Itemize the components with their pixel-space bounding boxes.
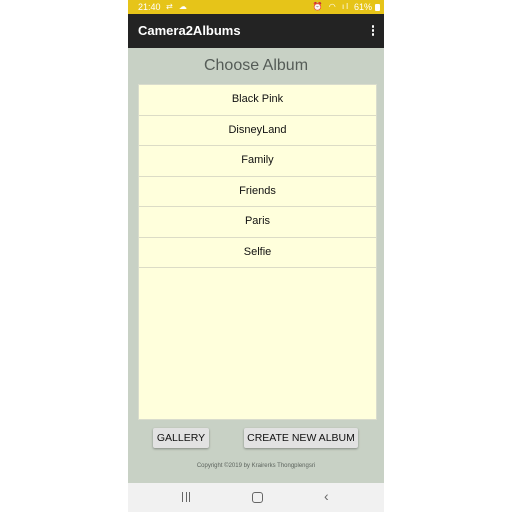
back-icon[interactable]: ‹ — [324, 489, 329, 503]
battery-icon — [375, 4, 380, 11]
overflow-menu-icon[interactable] — [370, 25, 376, 38]
album-list-item[interactable]: Selfie — [139, 238, 376, 268]
copyright-text: Copyright ©2019 by Krairerks Thongplengs… — [196, 463, 316, 469]
album-list-item[interactable]: Friends — [139, 177, 376, 207]
status-bar: 21:40 ⇄ ☁ ⏰ ◠ ıl 61% — [128, 0, 384, 14]
album-list-item[interactable]: Paris — [139, 207, 376, 238]
battery-percent: 61% — [353, 2, 372, 12]
status-time: 21:40 — [138, 2, 161, 12]
album-list-item[interactable]: Black Pink — [139, 85, 376, 116]
recent-apps-icon[interactable] — [181, 492, 191, 503]
gallery-button[interactable]: GALLERY — [153, 428, 209, 448]
album-list[interactable]: Black Pink DisneyLand Family Friends Par… — [138, 84, 377, 420]
signal-icons: ⏰ ◠ ıl — [312, 2, 350, 11]
page-title: Choose Album — [203, 57, 309, 74]
create-new-album-button[interactable]: CREATE NEW ALBUM — [244, 428, 358, 448]
app-title: Camera2Albums — [138, 23, 241, 38]
app-bar: Camera2Albums — [128, 14, 384, 48]
album-list-item[interactable]: Family — [139, 146, 376, 177]
notification-icons: ⇄ ☁ — [166, 2, 189, 11]
phone-screen: 21:40 ⇄ ☁ ⏰ ◠ ıl 61% Camera2Albums Choos… — [128, 0, 384, 512]
navigation-bar: ‹ — [128, 483, 384, 512]
album-list-item[interactable]: DisneyLand — [139, 116, 376, 146]
home-icon[interactable] — [252, 492, 263, 503]
